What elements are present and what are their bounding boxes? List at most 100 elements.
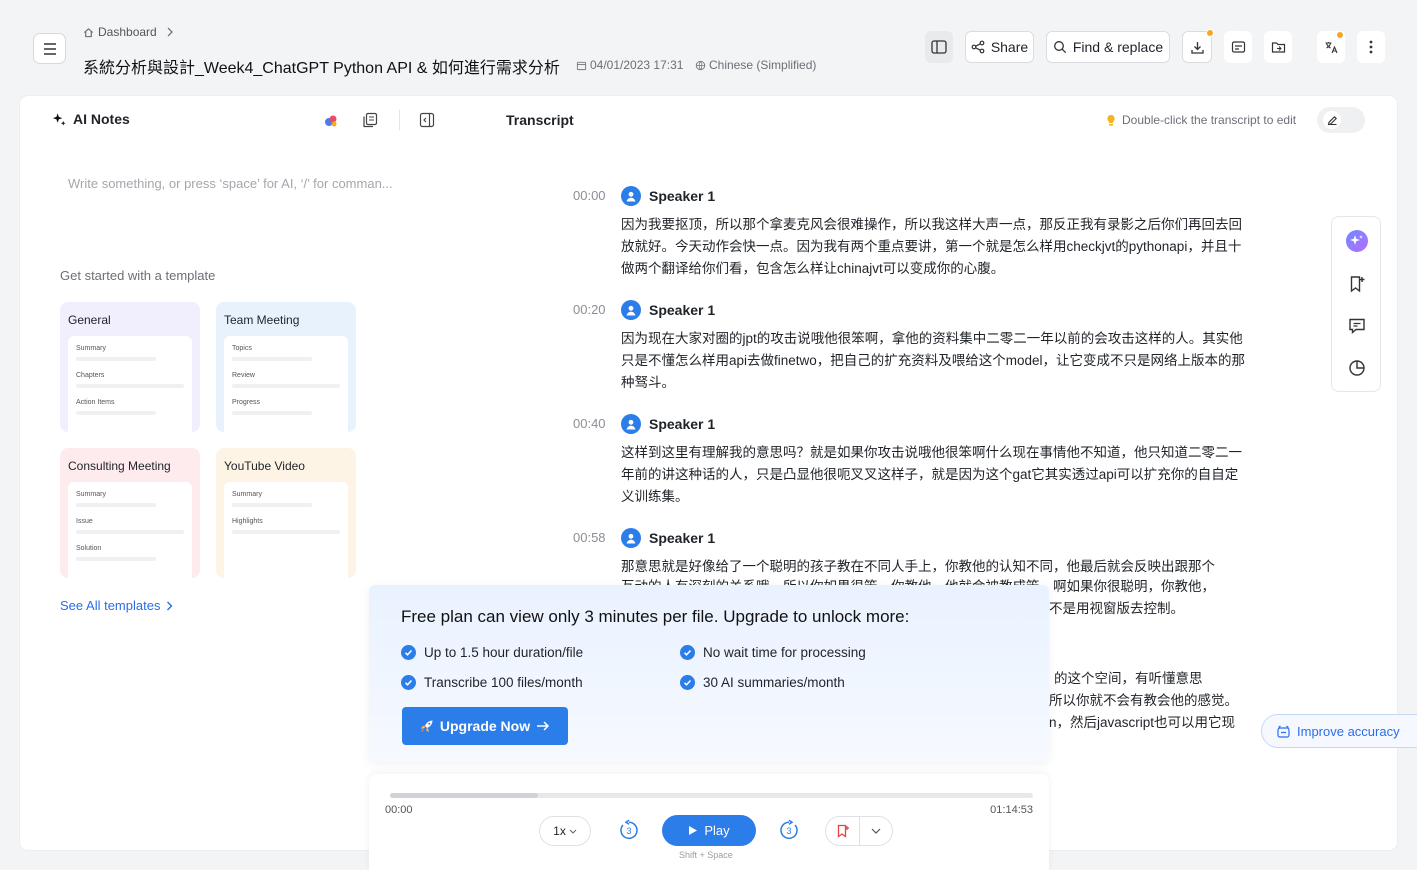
rewind-seconds: 3 xyxy=(626,826,631,836)
segment-text[interactable]: 因为现在大家对圈的jpt的攻击说哦他很笨啊，拿他的资料集中二零二一年以前的会攻击… xyxy=(621,328,1246,394)
segment-text[interactable]: 因为我要抠顶，所以那个拿麦克风会很难操作，所以我这样大声一点，那反正我有录影之后… xyxy=(621,214,1246,280)
forward-button[interactable]: 3 xyxy=(777,818,801,842)
ai-assistant-icon xyxy=(1346,230,1368,252)
upgrade-banner: Free plan can view only 3 minutes per fi… xyxy=(369,585,1049,762)
segment-text-partial[interactable]: 的这个空间，有听懂意思 xyxy=(1054,668,1203,690)
improve-accuracy-button[interactable]: Improve accuracy xyxy=(1261,714,1417,748)
template-section-label: Summary xyxy=(76,345,106,352)
speaker-name: Speaker 1 xyxy=(649,530,716,546)
check-icon xyxy=(401,645,416,660)
check-icon xyxy=(680,645,695,660)
find-replace-button[interactable]: Find & replace xyxy=(1046,31,1170,63)
segment-text-partial[interactable]: n，然后javascript也可以用它现 xyxy=(1049,712,1235,734)
upgrade-feature-text: Up to 1.5 hour duration/file xyxy=(424,645,584,660)
bookmark-menu-button[interactable] xyxy=(860,817,892,845)
template-preview: Summary Highlights xyxy=(224,482,348,578)
collapse-panel-button[interactable] xyxy=(419,112,437,130)
placeholder-bar xyxy=(76,530,184,534)
export-button[interactable] xyxy=(1224,31,1252,63)
comments-button[interactable] xyxy=(1345,314,1369,338)
hamburger-icon xyxy=(43,42,56,55)
placeholder-bar xyxy=(76,384,184,388)
template-name: Consulting Meeting xyxy=(68,459,171,473)
upgrade-now-button[interactable]: Upgrade Now xyxy=(402,707,568,745)
language-meta[interactable]: Chinese (Simplified) xyxy=(695,58,816,72)
template-preview: Summary Issue Solution xyxy=(68,482,192,578)
improve-accuracy-label: Improve accuracy xyxy=(1297,723,1400,739)
ai-notes-header: AI Notes xyxy=(52,111,130,127)
menu-button[interactable] xyxy=(33,33,66,64)
export-icon xyxy=(1231,40,1245,53)
globe-icon xyxy=(695,60,706,70)
template-section-label: Summary xyxy=(232,491,262,498)
layout-toggle-button[interactable] xyxy=(925,31,953,63)
rewind-icon: 3 xyxy=(620,819,638,840)
segment-timestamp[interactable]: 00:20 xyxy=(573,302,613,317)
bookmark-add-button[interactable] xyxy=(1345,272,1369,296)
add-bookmark-button[interactable] xyxy=(826,817,860,845)
language-label[interactable]: Chinese (Simplified) xyxy=(709,58,816,72)
template-card-team-meeting[interactable]: Team Meeting Topics Review Progress xyxy=(216,302,356,432)
speaker-avatar-icon xyxy=(621,300,641,320)
forward-seconds: 3 xyxy=(786,826,791,836)
template-card-consulting-meeting[interactable]: Consulting Meeting Summary Issue Solution xyxy=(60,448,200,578)
placeholder-bar xyxy=(232,384,340,388)
see-all-templates-link[interactable]: See All templates xyxy=(60,598,173,613)
see-all-label: See All templates xyxy=(60,598,161,613)
segment-timestamp[interactable]: 00:00 xyxy=(573,188,613,203)
template-name: General xyxy=(68,313,111,327)
chevron-right-icon xyxy=(167,601,173,610)
analytics-button[interactable] xyxy=(1345,356,1369,380)
chevron-down-icon xyxy=(871,828,881,834)
segment-text[interactable]: 那意思就是好像给了一个聪明的孩子教在不同人手上，你教他的认知不同，他最后就会反映… xyxy=(621,556,1246,578)
speaker-label[interactable]: Speaker 1 xyxy=(621,528,715,548)
current-time: 00:00 xyxy=(385,804,413,816)
edit-mode-toggle[interactable] xyxy=(1317,107,1365,133)
speaker-label[interactable]: Speaker 1 xyxy=(621,300,715,320)
speaker-label[interactable]: Speaker 1 xyxy=(621,186,715,206)
progress-track[interactable] xyxy=(390,793,1033,798)
speed-selector[interactable]: 1x xyxy=(539,816,591,846)
breadcrumb[interactable]: Dashboard xyxy=(83,25,175,39)
speaker-name: Speaker 1 xyxy=(649,416,716,432)
segment-text-partial[interactable]: 不是用视窗版去控制。 xyxy=(1049,598,1184,620)
sidebar-collapse-icon xyxy=(419,112,435,128)
ai-color-button[interactable] xyxy=(322,112,340,130)
template-name: YouTube Video xyxy=(224,459,305,473)
template-preview: Summary Chapters Action Items xyxy=(68,336,192,432)
copy-notes-button[interactable] xyxy=(362,112,380,130)
notes-editor[interactable]: Write something, or press ‘space’ for AI… xyxy=(68,176,393,191)
chevron-right-icon xyxy=(167,27,173,37)
segment-text-partial[interactable]: 所以你就不会有教会他的感觉。 xyxy=(1049,690,1238,712)
upgrade-headline: Free plan can view only 3 minutes per fi… xyxy=(401,607,910,626)
breadcrumb-dashboard[interactable]: Dashboard xyxy=(98,25,157,39)
template-section-label: Review xyxy=(232,372,255,379)
transcript-title: Transcript xyxy=(506,112,574,128)
placeholder-bar xyxy=(76,411,156,415)
segment-text[interactable]: 这样到这里有理解我的意思吗？就是如果你攻击说哦他很笨啊什么现在事情他不知道，他只… xyxy=(621,442,1246,508)
upgrade-now-label: Upgrade Now xyxy=(439,718,531,734)
play-button[interactable]: Play xyxy=(662,815,756,846)
folder-button[interactable] xyxy=(1264,31,1292,63)
translate-button[interactable] xyxy=(1317,31,1345,63)
find-replace-label: Find & replace xyxy=(1072,39,1164,55)
notification-dot xyxy=(1336,31,1344,39)
more-button[interactable] xyxy=(1357,31,1385,63)
placeholder-bar xyxy=(76,357,156,361)
check-icon xyxy=(401,675,416,690)
speaker-avatar-icon xyxy=(621,528,641,548)
page-title[interactable]: 系統分析與設計_Week4_ChatGPT Python API & 如何進行需… xyxy=(83,54,560,78)
share-button[interactable]: Share xyxy=(965,31,1034,63)
ai-assistant-button[interactable] xyxy=(1345,229,1369,253)
upgrade-feature: No wait time for processing xyxy=(680,645,866,660)
rewind-button[interactable]: 3 xyxy=(617,818,641,842)
template-card-youtube-video[interactable]: YouTube Video Summary Highlights xyxy=(216,448,356,578)
template-card-general[interactable]: General Summary Chapters Action Items xyxy=(60,302,200,432)
speaker-label[interactable]: Speaker 1 xyxy=(621,414,715,434)
total-time: 01:14:53 xyxy=(990,804,1033,816)
more-vertical-icon xyxy=(1369,40,1373,54)
download-button[interactable] xyxy=(1182,29,1214,63)
segment-timestamp[interactable]: 00:40 xyxy=(573,416,613,431)
split-view-icon xyxy=(931,40,947,54)
segment-timestamp[interactable]: 00:58 xyxy=(573,530,613,545)
